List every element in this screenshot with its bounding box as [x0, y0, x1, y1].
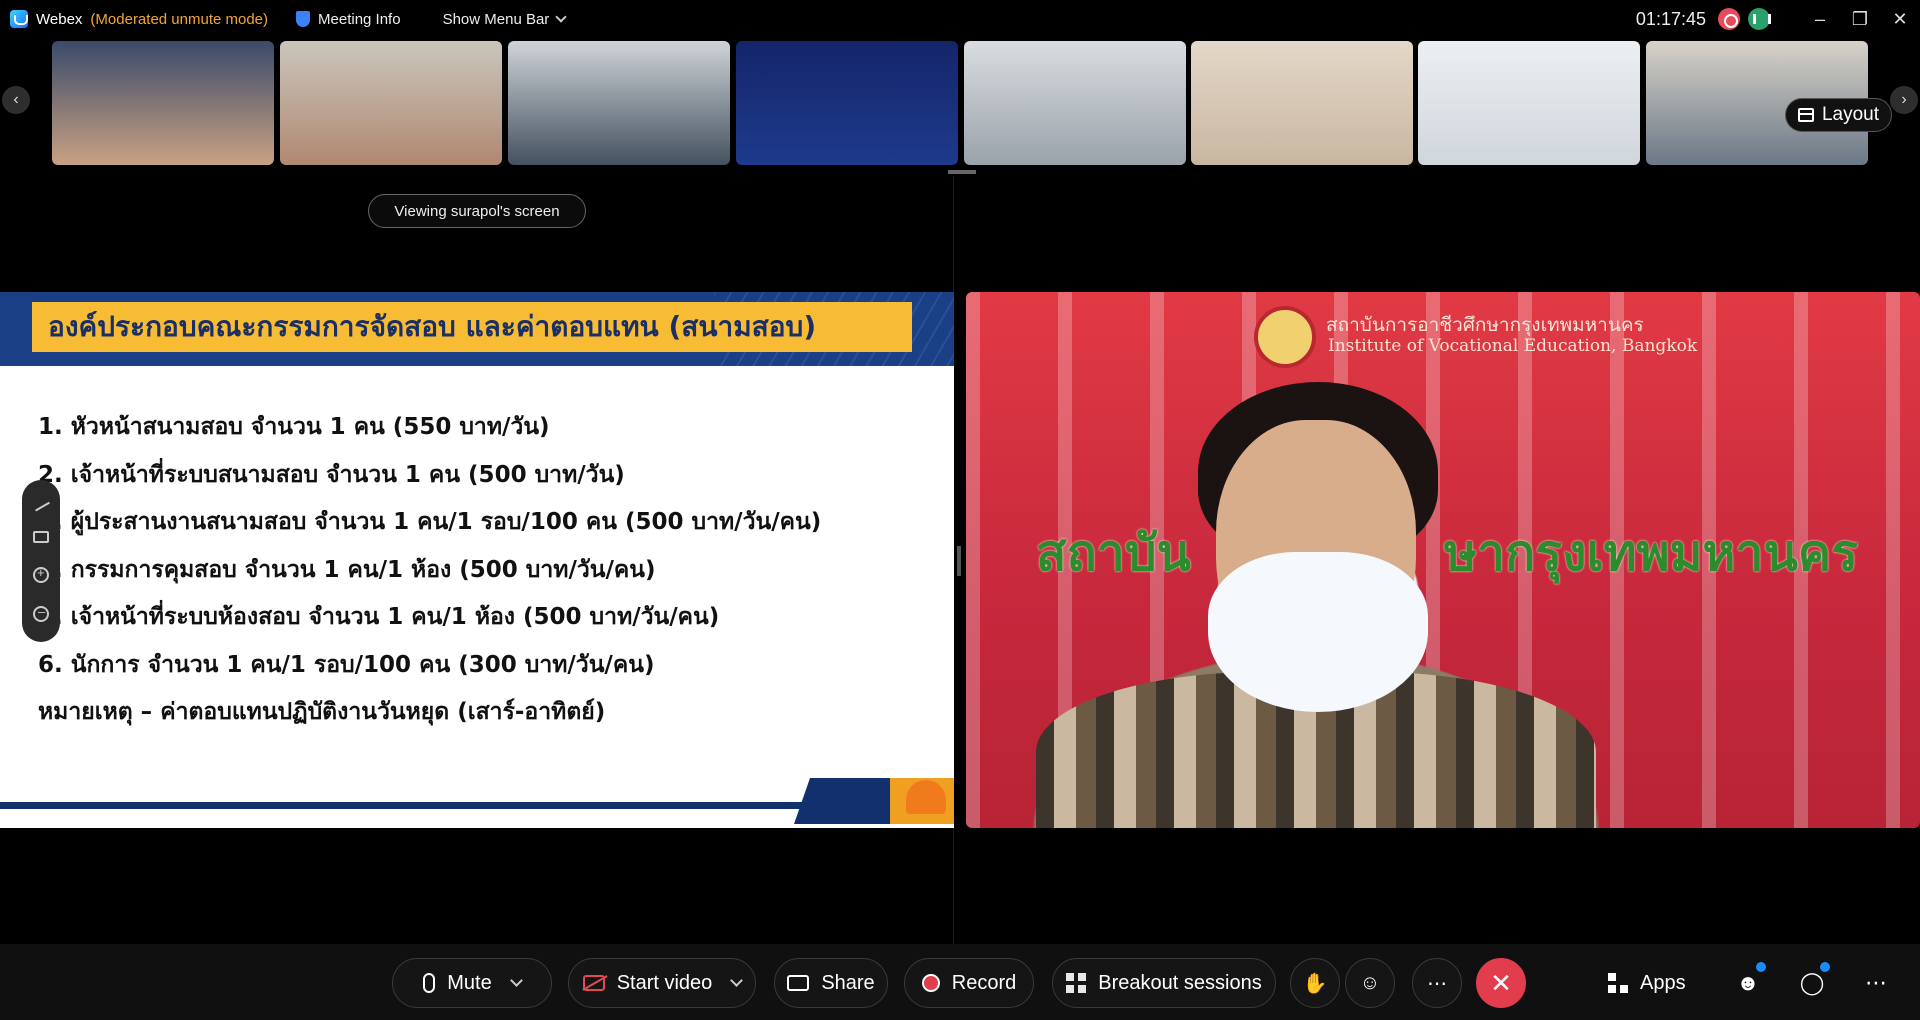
reactions-button[interactable]: ☺	[1345, 958, 1395, 1008]
slide-list: 1. หัวหน้าสนามสอบ จำนวน 1 คน (550 บาท/วั…	[38, 404, 821, 737]
meeting-info-button[interactable]: Meeting Info	[282, 11, 415, 28]
participant-thumbnail[interactable]	[280, 41, 502, 165]
close-window-button[interactable]: ✕	[1880, 0, 1920, 38]
raise-hand-button[interactable]: ✋	[1290, 958, 1340, 1008]
slide-line: 1. หัวหน้าสนามสอบ จำนวน 1 คน (550 บาท/วั…	[38, 414, 550, 440]
apps-label: Apps	[1640, 971, 1686, 994]
slide-footer-line	[0, 802, 830, 809]
title-bar: Webex (Moderated unmute mode) Meeting In…	[0, 0, 1920, 38]
restore-button[interactable]: ❐	[1840, 0, 1880, 38]
speaker-mask	[1208, 552, 1428, 712]
participant-thumbnail[interactable]	[964, 41, 1186, 165]
network-health-icon[interactable]	[1748, 8, 1771, 30]
chat-button[interactable]: ◯	[1790, 958, 1834, 1008]
video-off-icon	[582, 975, 605, 991]
shared-slide: องค์ประกอบคณะกรรมการจัดสอบ และค่าตอบแทน …	[0, 292, 954, 828]
participant-thumbnail[interactable]	[508, 41, 730, 165]
viewing-screen-label: Viewing surapol's screen	[368, 194, 586, 228]
mute-label: Mute	[447, 971, 492, 994]
share-label: Share	[821, 971, 875, 994]
slide-note: หมายเหตุ – ค่าตอบแทนปฏิบัติงานวันหยุด (เ…	[38, 699, 606, 725]
filmstrip-prev-button[interactable]: ‹	[2, 86, 30, 114]
institute-seal	[1254, 306, 1316, 368]
active-speaker-video[interactable]: สถาบันการอาชีวศึกษากรุงเทพมหานคร Institu…	[966, 292, 1920, 828]
app-name: Webex	[36, 10, 83, 28]
screen-icon[interactable]	[33, 531, 49, 544]
slide-header: องค์ประกอบคณะกรรมการจัดสอบ และค่าตอบแทน …	[0, 292, 954, 366]
layout-icon	[1797, 108, 1814, 122]
meeting-mode: (Moderated unmute mode)	[90, 10, 269, 28]
show-menu-bar-button[interactable]: Show Menu Bar	[429, 11, 580, 28]
backdrop-banner-left: สถาบัน	[1036, 524, 1191, 582]
breakout-label: Breakout sessions	[1098, 971, 1262, 994]
participant-thumbnail[interactable]	[1191, 41, 1413, 165]
start-video-button[interactable]: Start video	[568, 958, 756, 1008]
apps-button[interactable]: Apps	[1608, 958, 1686, 1008]
more-panels-button[interactable]: ⋯	[1854, 958, 1898, 1008]
backdrop-org-english: Institute of Vocational Education, Bangk…	[1328, 336, 1698, 356]
record-icon	[921, 974, 940, 992]
show-menu-bar-label: Show Menu Bar	[442, 10, 550, 28]
shield-icon	[296, 11, 311, 27]
backdrop-banner-right: ษากรุงเทพมหานคร	[1444, 524, 1859, 582]
zoom-out-icon[interactable]	[33, 604, 49, 623]
chevron-down-icon[interactable]	[730, 974, 744, 987]
apps-icon	[1608, 973, 1628, 993]
layout-label: Layout	[1821, 104, 1879, 125]
webex-logo: Webex (Moderated unmute mode)	[10, 10, 268, 28]
minimize-button[interactable]: –	[1800, 0, 1840, 38]
slide-line: 4. กรรมการคุมสอบ จำนวน 1 คน/1 ห้อง (500 …	[38, 556, 656, 583]
participant-thumbnail[interactable]	[736, 41, 958, 165]
slide-line: 2. เจ้าหน้าที่ระบบสนามสอบ จำนวน 1 คน (50…	[38, 461, 625, 488]
notification-badge	[1820, 962, 1830, 972]
meeting-info-label: Meeting Info	[318, 10, 401, 28]
breakout-sessions-button[interactable]: Breakout sessions	[1052, 958, 1276, 1008]
chevron-down-icon	[555, 11, 567, 23]
notification-badge	[1756, 962, 1766, 972]
mute-button[interactable]: Mute	[392, 958, 552, 1008]
record-button[interactable]: Record	[904, 958, 1034, 1008]
recording-indicator-icon[interactable]	[1718, 8, 1740, 30]
helmet-icon	[906, 780, 946, 814]
share-screen-icon	[787, 975, 810, 991]
participants-button[interactable]: ☻	[1726, 958, 1770, 1008]
filmstrip-resize-handle[interactable]	[948, 170, 976, 174]
zoom-in-icon[interactable]	[33, 565, 49, 583]
participant-filmstrip: ‹ › Layout	[0, 38, 1920, 170]
slide-line: 3. ผู้ประสานงานสนามสอบ จำนวน 1 คน/1 รอบ/…	[38, 509, 822, 535]
chevron-down-icon[interactable]	[509, 974, 523, 987]
slide-title: องค์ประกอบคณะกรรมการจัดสอบ และค่าตอบแทน …	[32, 302, 912, 352]
microphone-icon	[423, 973, 436, 993]
more-options-button[interactable]: ⋯	[1412, 958, 1462, 1008]
filmstrip-next-button[interactable]: ›	[1890, 86, 1918, 114]
share-button[interactable]: Share	[774, 958, 888, 1008]
meeting-timer: 01:17:45	[1635, 8, 1706, 29]
webex-icon	[10, 10, 28, 28]
slide-line: 5. เจ้าหน้าที่ระบบห้องสอบ จำนวน 1 คน/1 ห…	[38, 604, 720, 630]
participant-thumbnail[interactable]	[52, 41, 274, 165]
annotation-toolbar	[22, 480, 60, 642]
pen-icon[interactable]	[32, 496, 50, 512]
meeting-controls: Mute Start video Share Record Breakout s…	[0, 944, 1920, 1020]
leave-meeting-button[interactable]: ✕	[1476, 958, 1526, 1008]
breakout-icon	[1066, 973, 1087, 993]
layout-button[interactable]: Layout	[1784, 98, 1892, 132]
start-video-label: Start video	[616, 971, 713, 994]
slide-line: 6. นักการ จำนวน 1 คน/1 รอบ/100 คน (300 บ…	[38, 651, 655, 678]
record-label: Record	[951, 971, 1017, 994]
stage-splitter-handle[interactable]	[957, 546, 961, 576]
participant-thumbnail[interactable]	[1418, 41, 1640, 165]
